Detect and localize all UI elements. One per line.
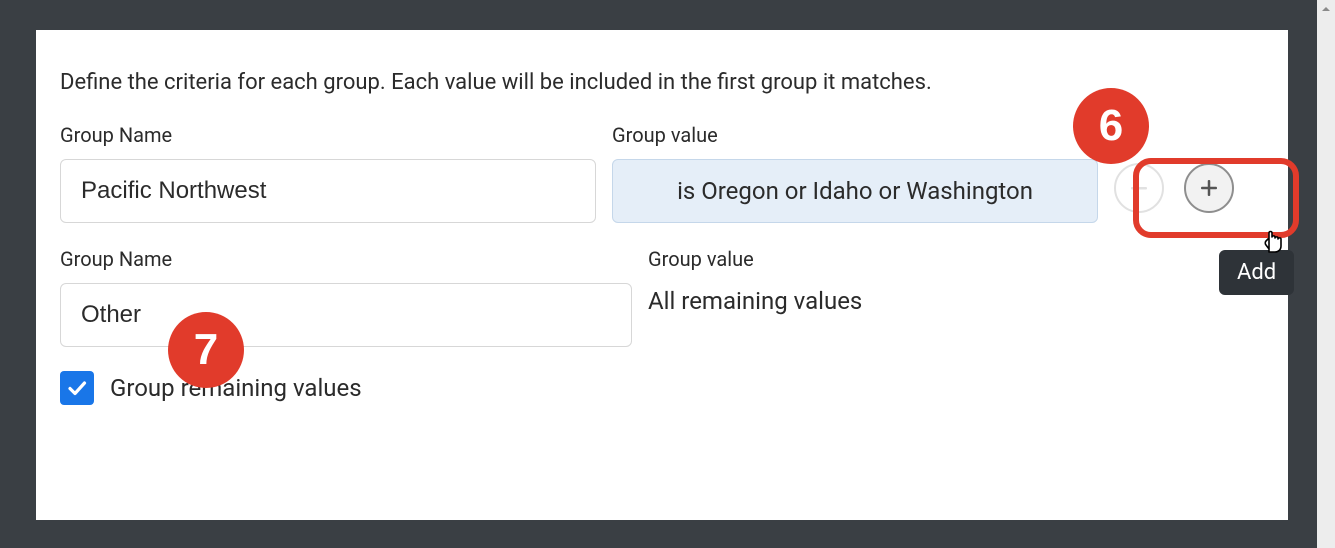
scrollbar-track[interactable] [1317, 0, 1335, 548]
group-name-label: Group Name [60, 247, 632, 271]
group-name-input[interactable] [60, 283, 632, 347]
plus-icon [1198, 177, 1220, 199]
group-remaining-row: Group remaining values [60, 371, 1264, 405]
group-definition-panel: Define the criteria for each group. Each… [36, 30, 1288, 520]
group-value-column: Group value All remaining values [648, 247, 1264, 315]
group-value-label: Group value [648, 247, 1264, 271]
minus-icon [1128, 177, 1150, 199]
group-name-column: Group Name [60, 123, 596, 223]
chevron-up-icon [1320, 3, 1332, 15]
scrollbar-up-button[interactable] [1317, 0, 1335, 18]
group-name-column: Group Name [60, 247, 632, 347]
add-group-button[interactable] [1184, 163, 1234, 213]
group-actions [1114, 159, 1264, 213]
add-tooltip: Add [1219, 250, 1294, 295]
group-value-selector[interactable]: is Oregon or Idaho or Washington [612, 159, 1098, 223]
remove-group-button[interactable] [1114, 163, 1164, 213]
group-value-column: Group value is Oregon or Idaho or Washin… [612, 123, 1098, 223]
group-name-input[interactable] [60, 159, 596, 223]
group-row: Group Name Group value is Oregon or Idah… [60, 123, 1264, 223]
group-name-label: Group Name [60, 123, 596, 147]
check-icon [65, 376, 89, 400]
group-value-text: is Oregon or Idaho or Washington [677, 177, 1033, 205]
group-row: Group Name Group value All remaining val… [60, 247, 1264, 347]
group-remaining-label: Group remaining values [110, 374, 362, 402]
group-remaining-checkbox[interactable] [60, 371, 94, 405]
remaining-values-text: All remaining values [648, 283, 1264, 315]
panel-description: Define the criteria for each group. Each… [60, 70, 1264, 95]
group-value-label: Group value [612, 123, 1098, 147]
